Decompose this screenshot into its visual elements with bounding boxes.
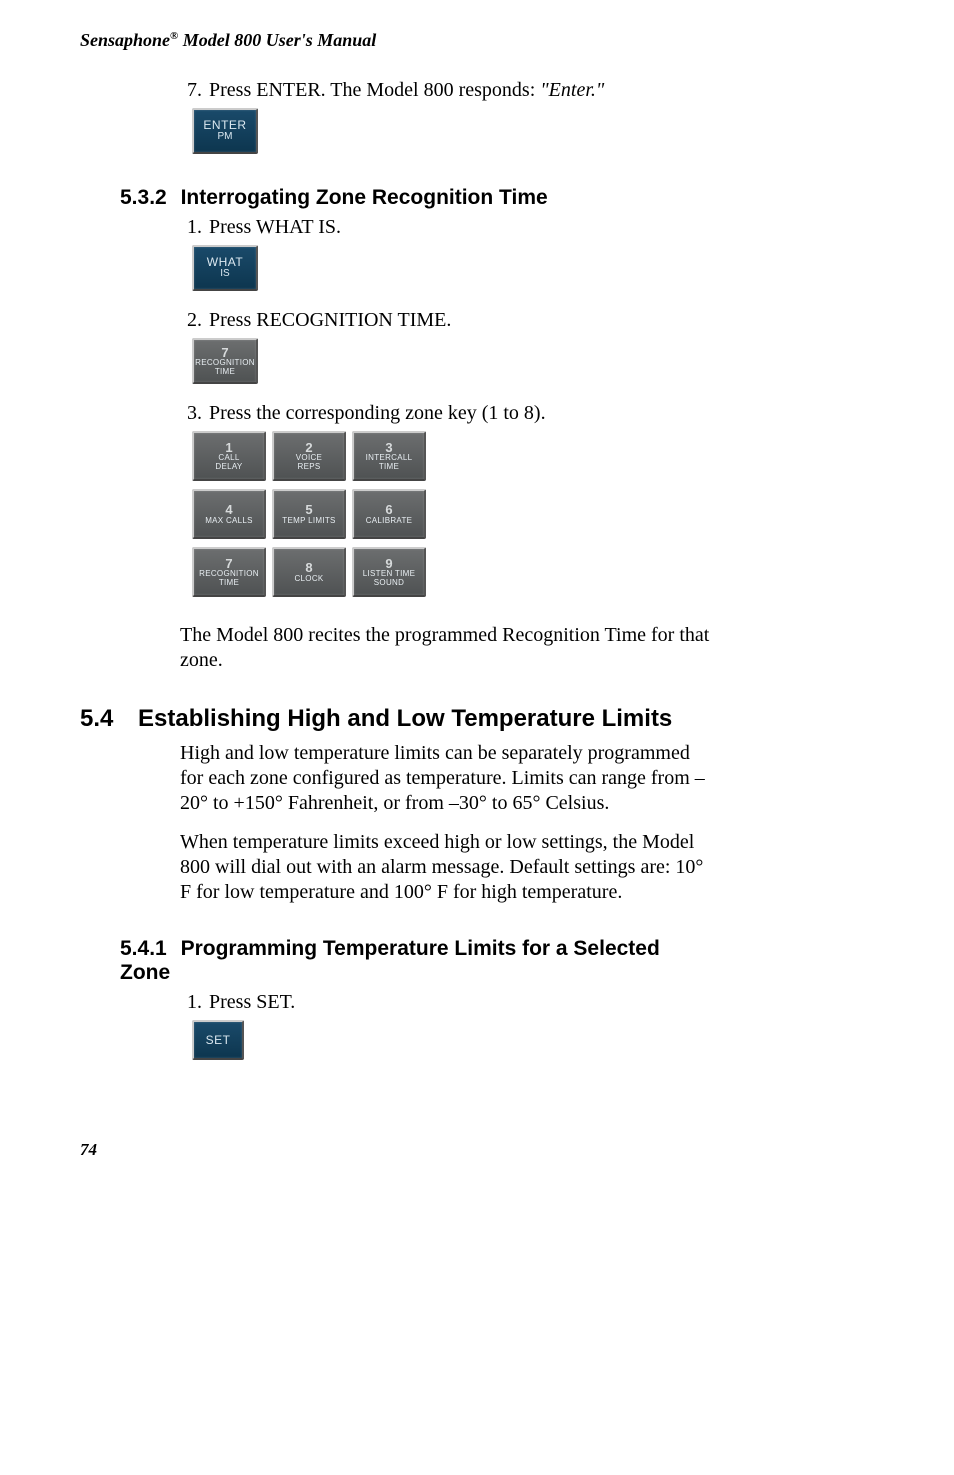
key-sublabel: SOUND <box>374 579 404 587</box>
key-4: 4 MAX CALLS <box>192 489 266 539</box>
section-5-4-p2: When temperature limits exceed high or l… <box>180 830 714 905</box>
recognition-time-key: 7 RECOGNITION TIME <box>192 338 258 384</box>
key-number: 9 <box>385 557 392 571</box>
list-number: 1. <box>180 216 202 239</box>
key-number: 3 <box>385 441 392 455</box>
key-label: TEMP LIMITS <box>282 517 335 525</box>
key-number: 7 <box>221 346 228 360</box>
list-number: 3. <box>180 402 202 425</box>
step-7-block: 7. Press ENTER. The Model 800 responds: … <box>180 79 714 154</box>
keypad-row-3: 7 RECOGNITION TIME 8 CLOCK 9 LISTEN TIME… <box>192 545 714 597</box>
section-5-3-2-body: 1. Press WHAT IS. WHAT IS 2. Press RECOG… <box>180 216 714 597</box>
key-1: 1 CALL DELAY <box>192 431 266 481</box>
section-5-4-1-heading: 5.4.1 Programming Temperature Limits for… <box>120 937 714 985</box>
key-label: SET <box>206 1034 231 1047</box>
key-9: 9 LISTEN TIME SOUND <box>352 547 426 597</box>
list-number: 1. <box>180 991 202 1014</box>
section-5-3-2-heading: 5.3.2 Interrogating Zone Recognition Tim… <box>120 186 714 210</box>
key-sublabel: TIME <box>219 579 239 587</box>
section-number: 5.4 <box>80 705 138 733</box>
key-sublabel: REPS <box>298 463 321 471</box>
key-label: CLOCK <box>294 575 323 583</box>
key-label: MAX CALLS <box>205 517 253 525</box>
key-sublabel: IS <box>220 269 229 280</box>
key-number: 1 <box>225 441 232 455</box>
keypad-row-1: 1 CALL DELAY 2 VOICE REPS 3 INTERCALL TI… <box>192 429 714 481</box>
enter-key: ENTER PM <box>192 108 258 154</box>
section-5-4-p1: High and low temperature limits can be s… <box>180 741 714 816</box>
step-text: Press ENTER. The Model 800 responds: <box>209 79 540 101</box>
brand: Sensaphone <box>80 30 170 50</box>
registered-mark: ® <box>170 30 178 42</box>
step-text: Press the corresponding zone key (1 to 8… <box>209 402 546 424</box>
key-sublabel: TIME <box>379 463 399 471</box>
step-1: 1. Press WHAT IS. <box>180 216 714 239</box>
keypad-row-2: 4 MAX CALLS 5 TEMP LIMITS 6 CALIBRATE <box>192 487 714 539</box>
key-sublabel: DELAY <box>215 463 242 471</box>
step-7-text: 7. Press ENTER. The Model 800 responds: … <box>180 79 714 102</box>
quoted-response: "Enter." <box>540 79 604 101</box>
key-number: 6 <box>385 503 392 517</box>
step-3: 3. Press the corresponding zone key (1 t… <box>180 402 714 425</box>
page-header: Sensaphone® Model 800 User's Manual <box>80 30 714 51</box>
key-5: 5 TEMP LIMITS <box>272 489 346 539</box>
key-number: 8 <box>305 561 312 575</box>
step-text: Press WHAT IS. <box>209 216 341 238</box>
section-5-3-2-tail: The Model 800 recites the programmed Rec… <box>180 623 714 673</box>
section-title: Programming Temperature Limits for a Sel… <box>120 937 660 984</box>
zone-keypad: 1 CALL DELAY 2 VOICE REPS 3 INTERCALL TI… <box>192 429 714 597</box>
key-7: 7 RECOGNITION TIME <box>192 547 266 597</box>
step-text: Press SET. <box>209 991 295 1013</box>
key-8: 8 CLOCK <box>272 547 346 597</box>
section-title: Establishing High and Low Temperature Li… <box>138 705 672 733</box>
step-1: 1. Press SET. <box>180 991 714 1014</box>
header-subtitle: Model 800 User's Manual <box>183 30 377 50</box>
key-6: 6 CALIBRATE <box>352 489 426 539</box>
key-3: 3 INTERCALL TIME <box>352 431 426 481</box>
page-number: 74 <box>80 1140 714 1160</box>
section-number: 5.3.2 <box>120 186 167 209</box>
step-2: 2. Press RECOGNITION TIME. <box>180 309 714 332</box>
set-key: SET <box>192 1020 244 1060</box>
section-5-4-1-body: 1. Press SET. SET <box>180 991 714 1060</box>
section-5-4-heading: 5.4 Establishing High and Low Temperatur… <box>80 705 714 733</box>
key-number: 2 <box>305 441 312 455</box>
key-sublabel: TIME <box>215 368 235 376</box>
key-number: 5 <box>305 503 312 517</box>
section-title: Interrogating Zone Recognition Time <box>181 186 548 209</box>
key-2: 2 VOICE REPS <box>272 431 346 481</box>
list-number: 2. <box>180 309 202 332</box>
key-number: 7 <box>225 557 232 571</box>
step-text: Press RECOGNITION TIME. <box>209 309 451 331</box>
section-number: 5.4.1 <box>120 937 167 960</box>
key-number: 4 <box>225 503 232 517</box>
list-number: 7. <box>180 79 202 102</box>
what-is-key: WHAT IS <box>192 245 258 291</box>
key-sublabel: PM <box>218 132 233 143</box>
key-label: CALIBRATE <box>366 517 413 525</box>
